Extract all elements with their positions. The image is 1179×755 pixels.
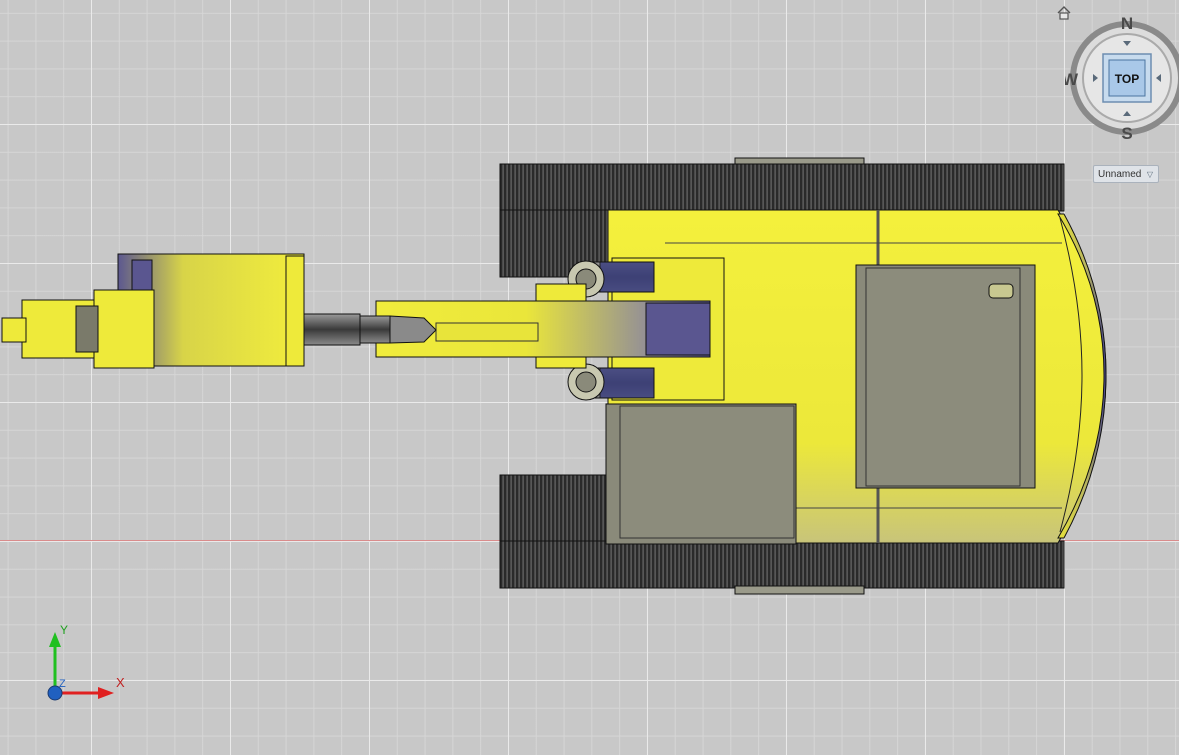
upper-body — [605, 209, 1107, 545]
ucs-y-label: Y — [60, 623, 68, 637]
ucs-z-label: Z — [59, 678, 66, 690]
ucs-x-label: X — [116, 675, 125, 690]
viewcube[interactable]: TOP N S W E — [1062, 10, 1179, 143]
view-menu-button[interactable]: Unnamed ▽ — [1093, 165, 1159, 183]
viewcube-face-label[interactable]: TOP — [1115, 72, 1139, 86]
compass-west[interactable]: W — [1062, 70, 1079, 89]
ucs-icon: X Y Z — [40, 620, 130, 710]
compass-south[interactable]: S — [1121, 124, 1132, 143]
bucket-linkage — [1, 289, 155, 369]
excavator-model[interactable] — [0, 0, 1179, 755]
view-menu-label: Unnamed — [1098, 169, 1142, 180]
chevron-down-icon: ▽ — [1146, 170, 1153, 179]
compass-north[interactable]: N — [1121, 14, 1133, 33]
